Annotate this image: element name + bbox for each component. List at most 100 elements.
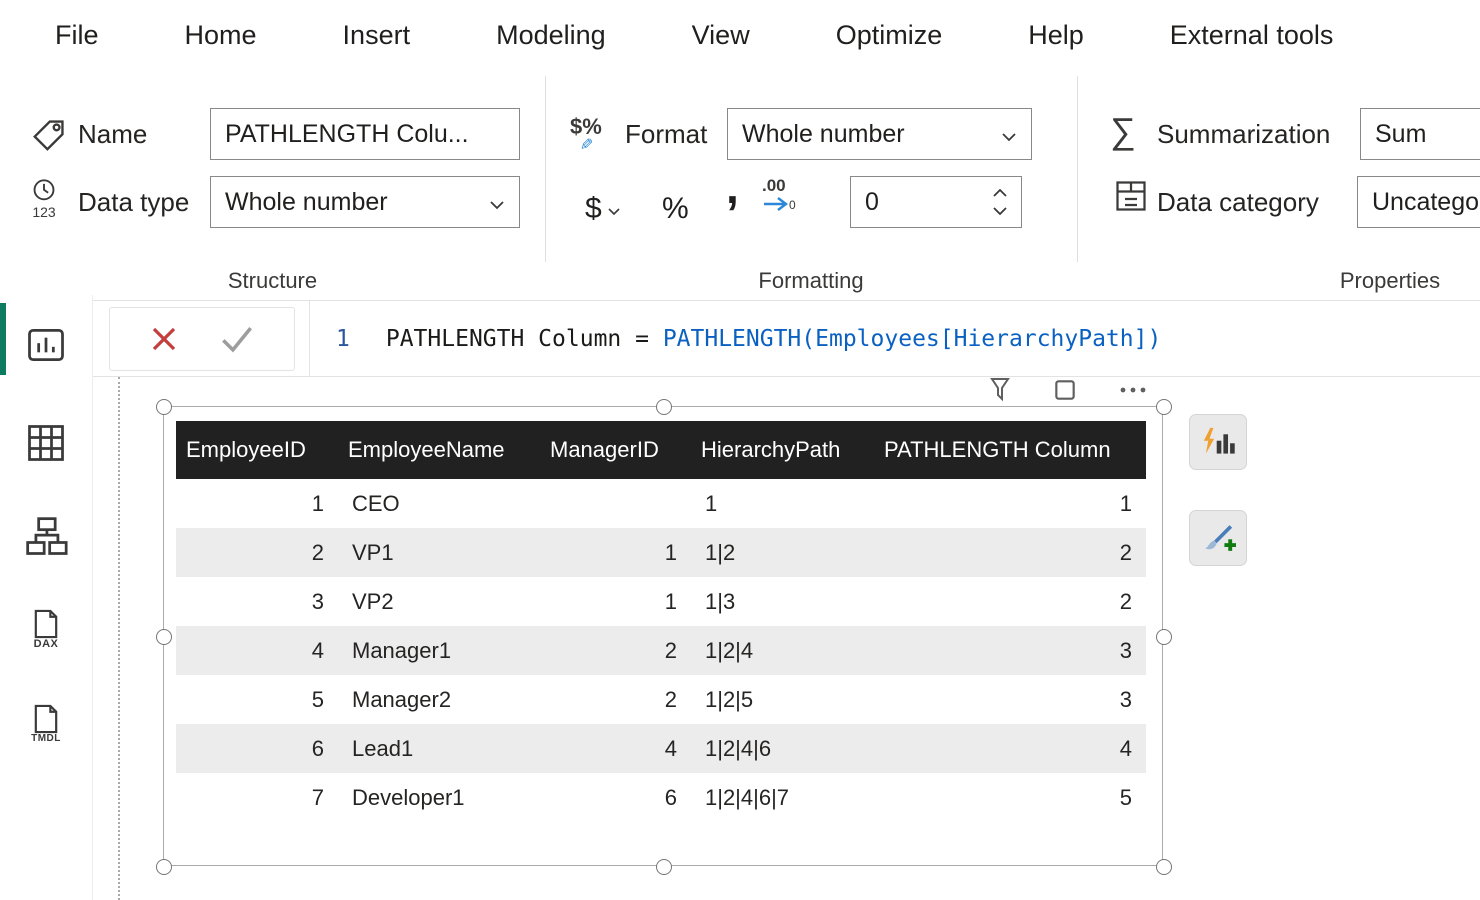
commit-check-icon[interactable] [219,324,255,354]
sidebar-item-tmdl-view[interactable]: TMDL [22,697,70,749]
format-dropdown[interactable]: Whole number [727,108,1032,160]
thousands-separator-button[interactable]: , [726,166,739,214]
table-cell: Manager1 [338,626,540,675]
stepper-up-icon[interactable] [993,189,1007,197]
sidebar-item-model-view[interactable] [22,511,70,563]
percent-format-button[interactable]: % [662,178,689,226]
table-cell: Manager2 [338,675,540,724]
table-row[interactable]: 5Manager221|2|53 [176,675,1146,724]
ribbon-divider [545,76,546,262]
table-cell: 1|2 [691,528,874,577]
table-cell: 3 [874,675,1146,724]
table-cell: 1|2|5 [691,675,874,724]
table-cell: Developer1 [338,773,540,822]
summarization-dropdown[interactable]: Sum [1360,108,1480,160]
data-category-label: Data category [1157,176,1319,228]
resize-handle-middle-right[interactable] [1156,629,1172,645]
table-cell: 6 [540,773,691,822]
pin-icon[interactable] [988,377,1012,403]
sidebar-item-report-view[interactable] [22,319,70,371]
table-cell: 2 [540,626,691,675]
table-row[interactable]: 7Developer161|2|4|6|75 [176,773,1146,822]
data-category-icon [1113,178,1149,214]
menu-external-tools[interactable]: External tools [1170,20,1334,51]
menu-help[interactable]: Help [1028,20,1084,51]
table-cell: 4 [540,724,691,773]
menu-insert[interactable]: Insert [343,20,411,51]
resize-handle-top-center[interactable] [656,399,672,415]
format-visual-button[interactable] [1189,510,1247,566]
resize-handle-top-right[interactable] [1156,399,1172,415]
table-cell: 5 [874,773,1146,822]
name-input[interactable]: PATHLENGTH Colu... [210,108,520,160]
decimal-places-value: 0 [865,188,879,217]
name-input-value: PATHLENGTH Colu... [225,120,469,149]
table-cell: 5 [176,675,338,724]
table-cell: CEO [338,479,540,528]
formula-token: = [635,326,663,352]
cancel-icon[interactable] [149,324,179,354]
decimal-places-icon[interactable]: .00 0 [762,176,796,224]
table-cell: 1|2|4 [691,626,874,675]
menu-file[interactable]: File [55,20,99,51]
table-cell: 2 [874,528,1146,577]
table-cell: 4 [176,626,338,675]
table-row[interactable]: 3VP211|32 [176,577,1146,626]
data-type-dropdown[interactable]: Whole number [210,176,520,228]
stepper-down-icon[interactable] [993,207,1007,215]
data-type-value: Whole number [225,188,388,217]
focus-mode-icon[interactable] [1052,377,1078,403]
table-row[interactable]: 4Manager121|2|43 [176,626,1146,675]
formatting-section-label: Formatting [545,268,1077,294]
column-header[interactable]: ManagerID [540,421,691,479]
report-view-icon [24,323,68,367]
menu-modeling[interactable]: Modeling [496,20,606,51]
format-icon: $% ✎ [570,114,602,154]
svg-text:0: 0 [789,198,796,212]
resize-handle-bottom-center[interactable] [656,859,672,875]
table-cell: 1 [874,479,1146,528]
formula-tokens: PATHLENGTH Column = PATHLENGTH(Employees… [386,326,1161,352]
report-canvas[interactable]: EmployeeIDEmployeeNameManagerIDHierarchy… [93,377,1480,900]
table-row[interactable]: 1CEO11 [176,479,1146,528]
column-header[interactable]: PATHLENGTH Column [874,421,1146,479]
model-view-icon [24,515,68,559]
formula-input[interactable]: 1 PATHLENGTH Column = PATHLENGTH(Employe… [336,326,1161,352]
table-row[interactable]: 6Lead141|2|4|64 [176,724,1146,773]
data-category-dropdown[interactable]: Uncatego [1357,176,1480,228]
table-body: 1CEO112VP111|223VP211|324Manager121|2|43… [176,479,1146,822]
sidebar-item-table-view[interactable] [22,417,70,469]
currency-format-button[interactable]: $ [585,178,620,226]
resize-handle-bottom-right[interactable] [1156,859,1172,875]
more-options-icon[interactable] [1118,377,1148,403]
format-label: Format [625,108,707,160]
menu-optimize[interactable]: Optimize [836,20,943,51]
column-header[interactable]: HierarchyPath [691,421,874,479]
table-row[interactable]: 2VP111|22 [176,528,1146,577]
tmdl-view-label: TMDL [31,733,61,744]
resize-handle-bottom-left[interactable] [156,859,172,875]
resize-handle-middle-left[interactable] [156,629,172,645]
formula-line-number: 1 [336,326,350,352]
dax-view-label: DAX [34,638,59,650]
table-cell: 2 [176,528,338,577]
table-cell: 1 [176,479,338,528]
decimal-places-stepper[interactable]: 0 [850,176,1022,228]
sidebar-item-dax-view[interactable]: DAX [22,603,70,655]
formula-token: ) [1147,326,1161,352]
ribbon-divider [1077,76,1078,262]
column-header[interactable]: EmployeeName [338,421,540,479]
selected-view-indicator [0,303,6,375]
analyze-visual-button[interactable] [1189,414,1247,470]
resize-handle-top-left[interactable] [156,399,172,415]
format-value: Whole number [742,120,905,149]
table-cell: 6 [176,724,338,773]
column-header[interactable]: EmployeeID [176,421,338,479]
summarization-sigma-icon: ∑ [1110,110,1136,152]
table-visual[interactable]: EmployeeIDEmployeeNameManagerIDHierarchy… [163,406,1163,866]
chevron-down-icon [1001,120,1017,149]
table-cell: VP2 [338,577,540,626]
menu-home[interactable]: Home [185,20,257,51]
menu-view[interactable]: View [692,20,750,51]
menu-bar: File Home Insert Modeling View Optimize Help Ex… [0,0,1480,70]
